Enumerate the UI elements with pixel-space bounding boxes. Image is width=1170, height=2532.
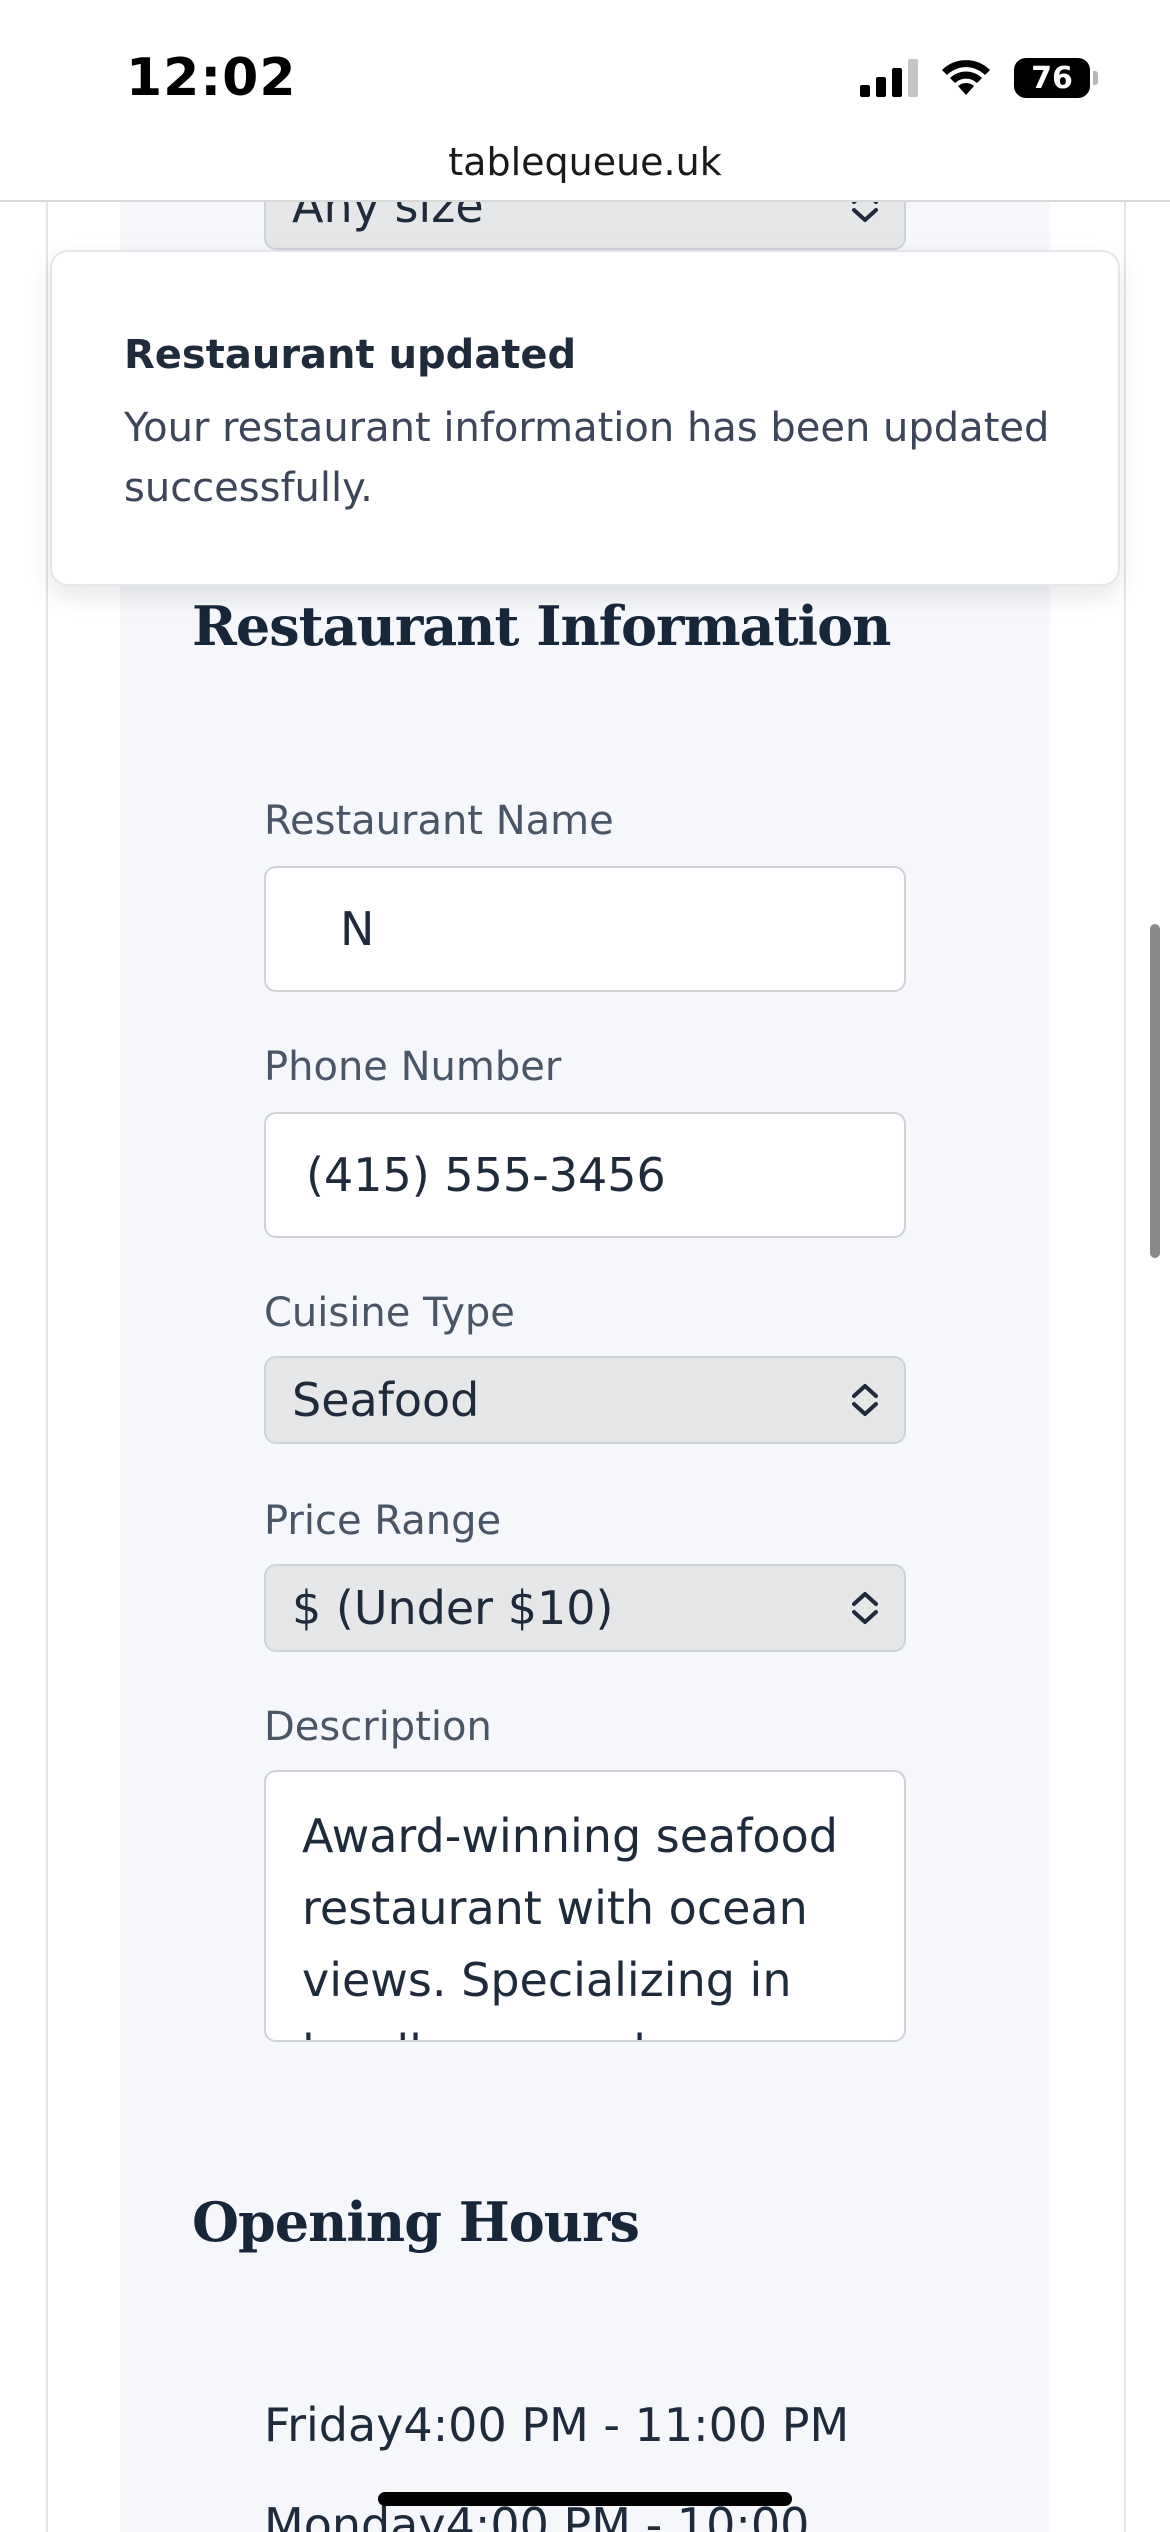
restaurant-name-value: N xyxy=(340,902,375,956)
restaurant-name-label: Restaurant Name xyxy=(264,798,614,844)
size-filter-value: Any size xyxy=(292,202,484,233)
toast-title: Restaurant updated xyxy=(124,332,577,378)
cuisine-type-select[interactable]: Seafood xyxy=(264,1356,906,1444)
opening-hours-title: Opening Hours xyxy=(192,2190,640,2254)
hours-time: 4:00 PM - 11:00 PM xyxy=(403,2398,850,2452)
chevron-up-down-icon xyxy=(852,1384,878,1416)
status-icons: 76 xyxy=(860,56,1098,100)
url-text: tablequeue.uk xyxy=(448,140,722,184)
hours-day: Friday xyxy=(264,2398,404,2452)
description-value: Award-winning seafood restaurant with oc… xyxy=(302,1809,838,2040)
status-time: 12:02 xyxy=(126,48,297,108)
cellular-signal-icon xyxy=(860,59,918,97)
address-bar[interactable]: tablequeue.uk xyxy=(0,140,1170,200)
success-toast[interactable]: Restaurant updated Your restaurant infor… xyxy=(50,250,1120,586)
scrollbar-thumb[interactable] xyxy=(1150,924,1160,1258)
size-filter-select[interactable]: Any size xyxy=(264,202,906,250)
phone-number-input[interactable]: (415) 555-3456 xyxy=(264,1112,906,1238)
price-range-label: Price Range xyxy=(264,1498,502,1544)
phone-number-label: Phone Number xyxy=(264,1044,562,1090)
chevron-up-down-icon xyxy=(852,1592,878,1624)
price-range-select[interactable]: $ (Under $10) xyxy=(264,1564,906,1652)
description-label: Description xyxy=(264,1704,492,1750)
home-indicator[interactable] xyxy=(378,2492,792,2506)
hours-row: Friday4:00 PM - 11:00 PM xyxy=(264,2398,849,2452)
wifi-icon xyxy=(942,60,990,95)
cuisine-type-value: Seafood xyxy=(292,1373,480,1427)
status-bar: 12:02 76 xyxy=(0,0,1170,140)
restaurant-info-title: Restaurant Information xyxy=(192,594,891,658)
toast-message: Your restaurant information has been upd… xyxy=(124,405,1050,511)
description-textarea[interactable]: Award-winning seafood restaurant with oc… xyxy=(264,1770,906,2042)
battery-level: 76 xyxy=(1031,60,1073,96)
battery-icon: 76 xyxy=(1014,58,1098,98)
cuisine-type-label: Cuisine Type xyxy=(264,1290,515,1336)
phone-number-value: (415) 555-3456 xyxy=(306,1148,666,1202)
restaurant-name-input[interactable]: N xyxy=(264,866,906,992)
chevron-up-down-icon xyxy=(852,202,878,222)
price-range-value: $ (Under $10) xyxy=(292,1581,614,1635)
